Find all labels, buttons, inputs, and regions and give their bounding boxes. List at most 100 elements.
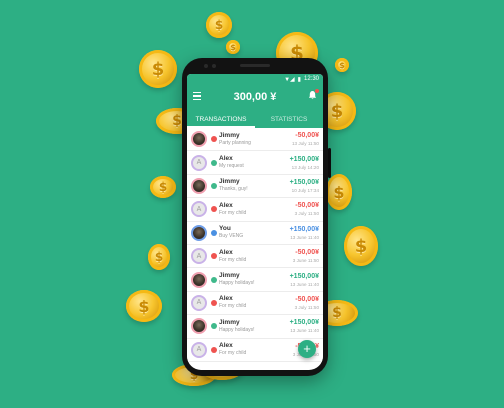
incoming-icon — [211, 159, 217, 166]
avatar-photo — [191, 271, 207, 288]
transaction-info: You Buy VENG — [219, 225, 290, 240]
transaction-name: Jimmy — [219, 178, 240, 186]
transaction-row[interactable]: A AlexFor my child -50,00¥3 June 11:50 — [187, 245, 323, 269]
transaction-meta: +150,00¥ 10 July 17:34 — [290, 178, 319, 194]
transaction-amount: +150,00¥ — [289, 178, 319, 186]
transaction-row[interactable]: A Alex My request +150,00¥ 13 July 14:20 — [187, 151, 323, 175]
transaction-date: 13 July 11:50 — [292, 141, 319, 147]
tab-statistics[interactable]: STATISTICS — [255, 110, 323, 128]
transaction-name: Alex — [219, 201, 233, 209]
transaction-info: Alex For my child — [219, 295, 295, 310]
transaction-row[interactable]: You Buy VENG +150,00¥ 13 June 11:40 — [187, 222, 323, 245]
transaction-name: Alex — [219, 155, 233, 163]
transaction-amount: +150,00¥ — [289, 225, 319, 233]
battery-icon: ▮ — [297, 76, 301, 83]
transaction-note: My request — [219, 163, 244, 170]
phone-sensor — [212, 64, 216, 68]
transaction-note: Happy holidays! — [219, 326, 255, 333]
transaction-date: 13 June 11:40 — [290, 328, 319, 334]
transaction-date: 3 July 11:50 — [294, 304, 319, 310]
transaction-name: Alex — [219, 342, 233, 350]
transaction-amount: -50,00¥ — [295, 202, 319, 210]
avatar-initial: A — [191, 248, 207, 265]
transaction-amount: +150,00¥ — [289, 155, 319, 163]
coin-icon: $ — [150, 176, 176, 198]
coin-icon: $ — [206, 12, 232, 38]
menu-icon[interactable] — [193, 92, 201, 102]
transaction-meta: -50,00¥ 3 July 11:50 — [295, 295, 319, 311]
transaction-info: Jimmy Happy holidays! — [219, 319, 290, 334]
avatar-initial: A — [191, 154, 207, 171]
coin-icon: $ — [326, 174, 352, 210]
incoming-icon — [211, 182, 217, 189]
transaction-meta: +150,00¥ 13 June 11:40 — [290, 272, 319, 288]
transaction-row[interactable]: Jimmy Thanks, guy! +150,00¥ 10 July 17:34 — [187, 175, 323, 199]
outgoing-icon — [211, 299, 217, 306]
transaction-meta: +150,00¥ 13 June 11:40 — [290, 225, 319, 241]
transaction-note: Buy VENG — [219, 233, 244, 240]
transaction-note: Thanks, guy! — [219, 186, 248, 193]
app-screen: ▼◢ ▮ 12:30 300,00 ¥ TRANSACTIONS STATIST… — [187, 74, 323, 370]
transaction-row[interactable]: A Alex For my child -50,00¥ 3 July 11:50 — [187, 292, 323, 316]
incoming-icon — [211, 276, 217, 283]
tab-bar: TRANSACTIONS STATISTICS — [187, 110, 323, 128]
transaction-date: 13 July 14:20 — [291, 164, 319, 170]
transaction-row[interactable]: Jimmy Party planning -50,00¥ 13 July 11:50 — [187, 128, 323, 152]
transaction-row[interactable]: Jimmy Happy holidays! +150,00¥ 13 June 11:4… — [187, 268, 323, 292]
transaction-name: Jimmy — [219, 131, 240, 139]
transaction-note: Happy holidays! — [219, 280, 255, 287]
app-bar: 300,00 ¥ — [187, 84, 323, 110]
avatar-photo — [191, 177, 207, 194]
transaction-date: 13 June 11:40 — [290, 234, 319, 240]
transaction-meta: +150,00¥ 13 July 14:20 — [290, 155, 319, 171]
transaction-info: Jimmy Happy holidays! — [219, 272, 290, 287]
avatar-photo — [191, 224, 207, 241]
transaction-row[interactable]: Jimmy Happy holidays! +150,00¥ 13 June 11:4… — [187, 315, 323, 339]
phone-speaker — [240, 64, 270, 67]
coin-icon: $ — [335, 58, 349, 72]
transaction-info: Jimmy Party planning — [219, 132, 292, 147]
balance-amount: 300,00 ¥ — [233, 91, 277, 103]
notification-dot — [315, 89, 319, 93]
outgoing-icon — [211, 346, 217, 353]
transaction-name: Jimmy — [219, 272, 240, 280]
transaction-note: For my child — [219, 303, 247, 310]
coin-icon: $ — [126, 290, 162, 322]
status-bar: ▼◢ ▮ 12:30 — [187, 74, 323, 84]
avatar-initial: A — [191, 294, 207, 311]
outgoing-icon — [211, 253, 217, 260]
transaction-note: For my child — [219, 350, 247, 357]
transaction-name: Jimmy — [219, 318, 240, 326]
avatar-initial: A — [191, 201, 207, 218]
transaction-info: Alex My request — [219, 155, 290, 170]
avatar-initial: A — [191, 341, 207, 358]
transaction-date: 3 June 11:50 — [292, 258, 319, 264]
signal-icon: ▼◢ — [284, 76, 295, 83]
transaction-info: Alex For my child — [219, 202, 295, 217]
transaction-name: Alex — [219, 248, 233, 256]
self-icon — [211, 229, 217, 236]
avatar-photo — [191, 131, 207, 148]
transaction-amount: -50,00¥ — [295, 249, 319, 257]
coin-icon: $ — [148, 244, 170, 270]
outgoing-icon — [211, 206, 217, 213]
transaction-list: Jimmy Party planning -50,00¥ 13 July 11:50 A… — [187, 128, 323, 362]
phone-side-button — [328, 148, 331, 178]
transaction-meta: -50,00¥3 June 11:50 — [293, 248, 319, 264]
coin-icon: $ — [139, 50, 177, 88]
transaction-amount: -50,00¥ — [295, 132, 319, 140]
tab-transactions[interactable]: TRANSACTIONS — [187, 110, 255, 128]
transaction-date: 3 July 11:50 — [294, 211, 319, 217]
coin-icon: $ — [226, 40, 240, 54]
transaction-name: You — [219, 225, 231, 233]
phone-camera — [204, 64, 208, 68]
transaction-info: Jimmy Thanks, guy! — [219, 178, 290, 193]
transaction-note: For my child — [219, 256, 247, 263]
transaction-date: 10 July 17:34 — [291, 187, 319, 193]
transaction-row[interactable]: A Alex For my child -50,00¥ 3 July 11:50 — [187, 198, 323, 222]
transaction-note: For my child — [219, 209, 247, 216]
add-transaction-button[interactable]: + — [298, 340, 316, 358]
transaction-info: Alex For my child — [219, 342, 293, 357]
transaction-amount: +150,00¥ — [289, 272, 319, 280]
transaction-meta: +150,00¥ 13 June 11:40 — [290, 318, 319, 334]
